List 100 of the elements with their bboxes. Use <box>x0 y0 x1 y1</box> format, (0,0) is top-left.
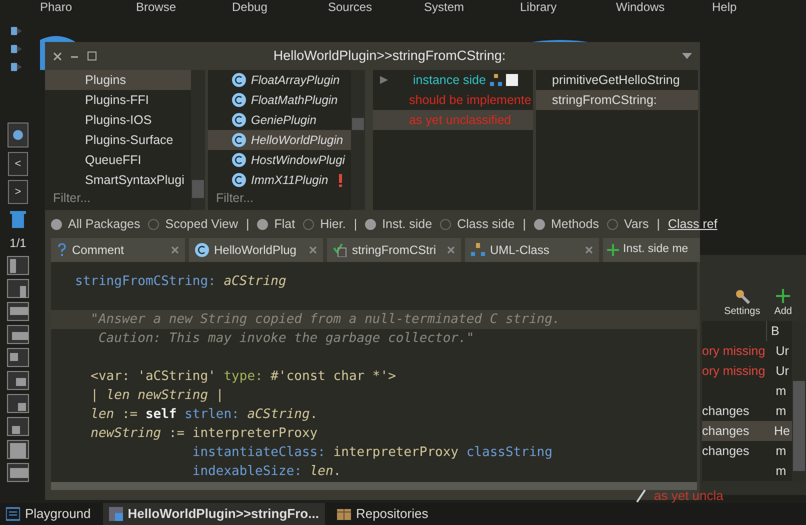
package-item[interactable]: Plugins-Surface <box>45 130 191 150</box>
radio-label[interactable]: Vars <box>624 214 649 234</box>
package-item[interactable]: Plugins-IOS <box>45 110 191 130</box>
menu-item[interactable]: Browse <box>136 0 232 15</box>
status-cell-text: changes <box>702 423 750 440</box>
window-title: HelloWorldPlugin>>stringFromCString: <box>272 46 507 65</box>
class-item[interactable]: GeniePlugin <box>251 110 316 130</box>
code-token: "Answer a new String copied from a null-terminated C string. <box>90 312 560 327</box>
menu-item[interactable]: Sources <box>328 0 424 15</box>
window-thumbnail[interactable] <box>7 302 29 321</box>
radio-button[interactable] <box>303 218 314 230</box>
window-thumbnail[interactable] <box>7 463 29 482</box>
code-token: . <box>333 464 342 479</box>
hierarchy-icon <box>490 74 502 86</box>
radio-label[interactable]: Inst. side <box>382 214 432 234</box>
taskbar-button[interactable]: HelloWorldPlugin>>stringFro... <box>102 503 325 525</box>
menu-item[interactable]: Pharo <box>40 0 136 15</box>
scrollbar[interactable] <box>351 70 365 210</box>
box-icon <box>336 507 351 521</box>
class-item[interactable]: FloatArrayPlugin <box>251 70 340 90</box>
radio-label[interactable]: Scoped View <box>165 214 238 234</box>
maximize-icon[interactable] <box>87 51 97 61</box>
taskbar-button[interactable]: Playground <box>0 503 97 525</box>
radio-label[interactable]: Hier. <box>320 214 346 234</box>
class-item[interactable]: FloatMathPlugin <box>251 90 338 110</box>
window-thumbnail[interactable] <box>7 371 29 390</box>
window-thumbnail[interactable] <box>7 256 29 275</box>
radio-label[interactable]: Methods <box>551 214 599 234</box>
radio-label[interactable]: Class side <box>457 214 515 234</box>
checkbox-icon[interactable] <box>506 74 518 86</box>
next-button[interactable]: > <box>8 180 28 204</box>
trash-icon[interactable] <box>7 208 29 230</box>
window-thumbnail[interactable] <box>7 348 29 367</box>
separator: | <box>656 216 660 233</box>
package-item[interactable]: QueueFFI <box>45 150 191 170</box>
radio-button[interactable] <box>440 218 452 230</box>
menu-item[interactable]: Library <box>520 0 616 15</box>
method-item[interactable]: stringFromCString: <box>536 90 698 110</box>
class-refs-link[interactable]: Class ref <box>668 214 718 234</box>
code-token: aCString <box>247 407 310 422</box>
close-icon[interactable] <box>171 246 179 254</box>
tab[interactable]: Inst. side me <box>603 238 700 262</box>
code-token: type: <box>224 369 263 384</box>
taskbar-button[interactable]: Repositories <box>330 503 434 525</box>
window-thumbnail[interactable] <box>7 394 29 413</box>
radio-button[interactable] <box>365 218 376 230</box>
code-token: strlen: <box>184 407 240 422</box>
class-item[interactable]: HostWindowPlugi <box>251 150 345 170</box>
class-item[interactable]: ImmX11Plugin <box>251 170 328 190</box>
hierarchy-icon <box>471 243 485 257</box>
tab[interactable]: stringFromCStri <box>327 238 461 262</box>
close-icon[interactable] <box>585 246 593 254</box>
class-icon <box>195 243 209 257</box>
window-thumbnail[interactable] <box>7 440 29 459</box>
radio-label[interactable]: Flat <box>274 214 296 234</box>
radio-button[interactable] <box>257 218 268 230</box>
package-item[interactable]: SmartSyntaxPlugi <box>45 170 191 190</box>
menu-item[interactable]: Windows <box>616 0 712 15</box>
radio-button[interactable] <box>606 218 618 230</box>
code-editor[interactable] <box>51 262 697 482</box>
class-icon <box>232 113 246 127</box>
tab[interactable]: HelloWorldPlug <box>189 238 323 262</box>
filter-field[interactable]: Filter... <box>53 189 173 208</box>
menu-item[interactable]: Debug <box>232 0 328 15</box>
radio-button[interactable] <box>534 218 546 230</box>
status-cell-text: ory missing <box>702 343 766 360</box>
code-token: . <box>310 407 318 422</box>
column-header[interactable]: B <box>766 321 790 341</box>
radio-label[interactable]: All Packages <box>68 214 140 234</box>
window-thumbnail[interactable] <box>7 279 29 298</box>
window-thumbnail[interactable] <box>7 417 29 436</box>
plus-icon <box>775 288 792 304</box>
scrollbar[interactable] <box>191 70 205 210</box>
menu-item[interactable]: Help <box>712 0 806 15</box>
status-cell-text: changes <box>702 443 750 460</box>
window-thumbnail[interactable] <box>7 325 29 344</box>
code-token: classString <box>466 445 552 460</box>
filter-field[interactable]: Filter... <box>216 189 336 208</box>
add-button[interactable]: Add <box>774 288 792 321</box>
code-token: instantiateClass: <box>191 445 326 460</box>
protocol-item[interactable]: instance side <box>413 70 486 90</box>
menu-item[interactable]: System <box>424 0 520 15</box>
expand-icon[interactable] <box>379 75 389 85</box>
tab[interactable]: Comment <box>51 238 185 262</box>
method-item[interactable]: primitiveGetHelloString <box>536 70 698 90</box>
close-icon[interactable] <box>53 52 62 60</box>
dropdown-icon[interactable] <box>682 53 692 59</box>
code-token: indexableSize: <box>191 464 303 479</box>
wrench-icon <box>734 288 750 304</box>
close-icon[interactable] <box>447 246 455 254</box>
previous-button[interactable]: < <box>8 152 28 176</box>
settings-button[interactable]: Settings <box>724 288 760 321</box>
tab[interactable]: UML-Class <box>465 238 599 262</box>
page-counter: 1/1 <box>10 235 26 252</box>
branch-cell-text: m <box>774 443 788 460</box>
radio-button[interactable] <box>148 218 160 230</box>
radio-button[interactable] <box>51 218 62 230</box>
package-item[interactable]: Plugins <box>45 70 191 90</box>
close-icon[interactable] <box>309 246 317 254</box>
package-item[interactable]: Plugins-FFI <box>45 90 191 110</box>
